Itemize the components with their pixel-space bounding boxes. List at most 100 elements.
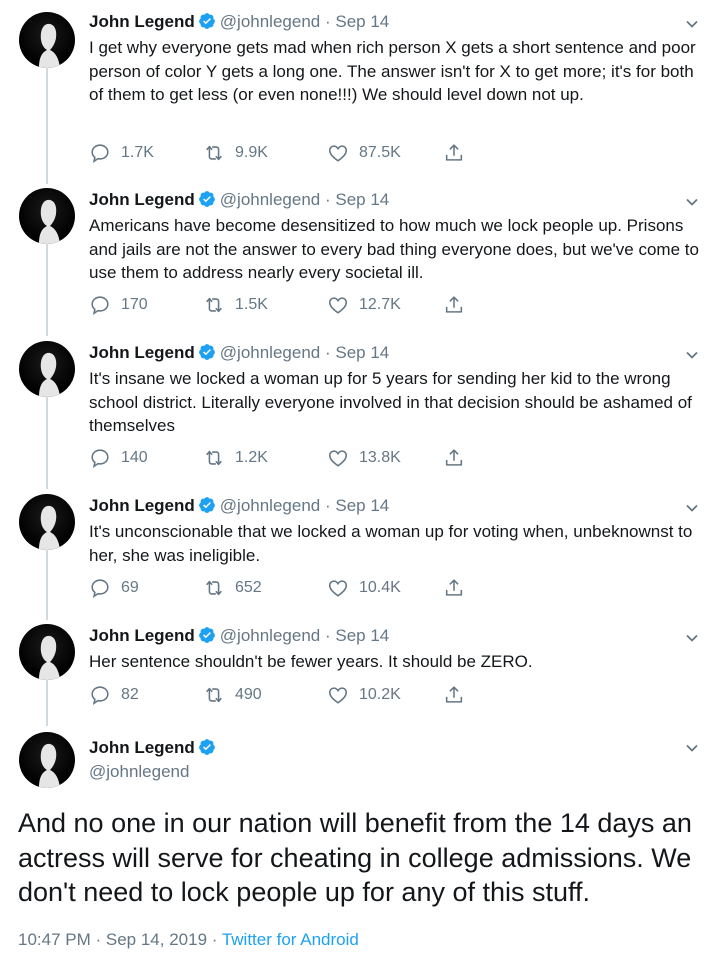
like-icon <box>328 297 348 314</box>
share-button[interactable] <box>443 141 465 165</box>
share-button[interactable] <box>443 576 465 600</box>
author-name[interactable]: John Legend <box>89 626 195 645</box>
chevron-down-icon[interactable] <box>684 630 700 646</box>
retweet-count: 9.9K <box>235 144 268 161</box>
author-handle[interactable]: @johnlegend <box>220 496 320 515</box>
author-handle[interactable]: @johnlegend <box>220 190 320 209</box>
tweet-text: It's insane we locked a woman up for 5 y… <box>89 369 692 435</box>
reply-button[interactable]: 140 <box>89 446 148 470</box>
share-icon <box>445 144 463 161</box>
reply-icon <box>91 296 109 315</box>
share-button[interactable] <box>443 683 465 707</box>
author-name[interactable]: John Legend <box>89 343 195 362</box>
reply-icon <box>91 686 109 705</box>
retweet-icon <box>206 580 222 596</box>
like-button[interactable]: 10.2K <box>327 683 401 707</box>
tweet-date[interactable]: Sep 14 <box>335 343 389 362</box>
retweet-icon <box>206 145 222 161</box>
like-count: 87.5K <box>359 144 401 161</box>
like-icon <box>328 145 348 162</box>
chevron-down-icon[interactable] <box>684 500 700 516</box>
tweet-text: Americans have become desensitized to ho… <box>89 216 699 282</box>
retweet-button[interactable]: 490 <box>203 683 262 707</box>
retweet-icon <box>206 687 222 703</box>
reply-button[interactable]: 82 <box>89 683 139 707</box>
retweet-icon <box>206 297 222 313</box>
tweet-date[interactable]: Sep 14 <box>335 12 389 31</box>
like-count: 12.7K <box>359 296 401 313</box>
share-button[interactable] <box>443 293 465 317</box>
tweet-text: It's unconscionable that we locked a wom… <box>89 522 693 565</box>
retweet-count: 1.2K <box>235 449 268 466</box>
author-handle[interactable]: @johnlegend <box>220 12 320 31</box>
verified-badge-icon <box>198 497 215 513</box>
author-name[interactable]: John Legend <box>89 738 195 757</box>
tweet[interactable]: John Legend @johnlegend · Sep 14 It's unc… <box>0 491 720 621</box>
chevron-down-icon[interactable] <box>684 740 700 756</box>
avatar[interactable] <box>19 341 75 397</box>
author-handle[interactable]: @johnlegend <box>220 626 320 645</box>
share-icon <box>445 579 463 596</box>
tweet-date[interactable]: Sep 14 <box>335 626 389 645</box>
reply-count: 140 <box>121 449 148 466</box>
tweet[interactable]: John Legend @johnlegend · Sep 14 I get wh… <box>0 0 720 185</box>
main-tweet-text: And no one in our nation will benefit fr… <box>18 808 692 907</box>
like-icon <box>328 580 348 597</box>
avatar[interactable] <box>19 732 75 788</box>
like-count: 13.8K <box>359 449 401 466</box>
retweet-count: 652 <box>235 579 262 596</box>
tweet-text: Her sentence shouldn't be fewer years. I… <box>89 652 533 671</box>
retweet-button[interactable]: 1.2K <box>203 446 268 470</box>
share-icon <box>445 296 463 313</box>
author-handle[interactable]: @johnlegend <box>89 762 189 782</box>
retweet-count: 490 <box>235 686 262 703</box>
reply-icon <box>91 579 109 598</box>
like-button[interactable]: 12.7K <box>327 293 401 317</box>
like-button[interactable]: 13.8K <box>327 446 401 470</box>
reply-icon <box>91 144 109 163</box>
separator: · <box>324 496 331 515</box>
like-count: 10.2K <box>359 686 401 703</box>
reply-count: 69 <box>121 579 139 596</box>
separator: · <box>324 343 331 362</box>
author-name[interactable]: John Legend <box>89 496 195 515</box>
tweet-date[interactable]: Sep 14 <box>335 496 389 515</box>
author-handle[interactable]: @johnlegend <box>220 343 320 362</box>
tweet-text: I get why everyone gets mad when rich pe… <box>89 38 696 104</box>
tweet[interactable]: John Legend @johnlegend · Sep 14 American… <box>0 185 720 338</box>
avatar[interactable] <box>19 624 75 680</box>
verified-badge-icon <box>198 344 215 360</box>
tweet-date[interactable]: Sep 14 <box>335 190 389 209</box>
avatar[interactable] <box>19 12 75 68</box>
verified-badge-icon <box>198 13 215 29</box>
source-link[interactable]: Twitter for Android <box>222 930 359 949</box>
tweet[interactable]: John Legend @johnlegend · Sep 14 Her sent… <box>0 621 720 728</box>
like-count: 10.4K <box>359 579 401 596</box>
tweet[interactable]: John Legend @johnlegend · Sep 14 It's ins… <box>0 338 720 491</box>
tweet-meta: 10:47 PM · Sep 14, 2019 · Twitter for An… <box>18 930 359 950</box>
chevron-down-icon[interactable] <box>684 347 700 363</box>
author-name[interactable]: John Legend <box>89 190 195 209</box>
chevron-down-icon[interactable] <box>684 194 700 210</box>
avatar[interactable] <box>19 188 75 244</box>
reply-button[interactable]: 170 <box>89 293 148 317</box>
share-button[interactable] <box>443 446 465 470</box>
reply-button[interactable]: 69 <box>89 576 139 600</box>
like-button[interactable]: 10.4K <box>327 576 401 600</box>
author-name[interactable]: John Legend <box>89 12 195 31</box>
reply-count: 82 <box>121 686 139 703</box>
reply-count: 170 <box>121 296 148 313</box>
timestamp[interactable]: 10:47 PM · Sep 14, 2019 · <box>18 930 217 949</box>
separator: · <box>324 12 331 31</box>
reply-button[interactable]: 1.7K <box>89 141 154 165</box>
share-icon <box>445 686 463 703</box>
retweet-button[interactable]: 652 <box>203 576 262 600</box>
like-button[interactable]: 87.5K <box>327 141 401 165</box>
retweet-button[interactable]: 9.9K <box>203 141 268 165</box>
avatar[interactable] <box>19 494 75 550</box>
share-icon <box>445 449 463 466</box>
separator: · <box>324 190 331 209</box>
retweet-button[interactable]: 1.5K <box>203 293 268 317</box>
verified-badge-icon <box>198 627 215 643</box>
chevron-down-icon[interactable] <box>684 16 700 32</box>
